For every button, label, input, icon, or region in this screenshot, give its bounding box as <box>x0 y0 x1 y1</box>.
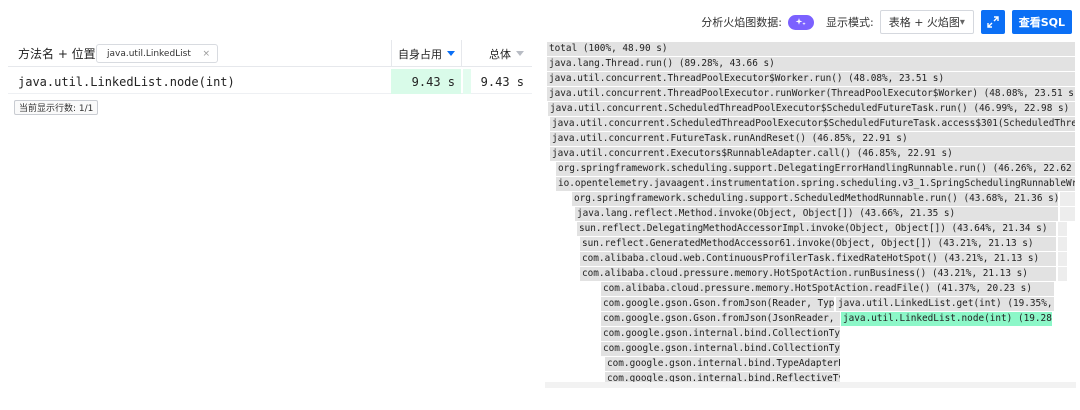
flame-frame-tail[interactable] <box>1060 207 1076 221</box>
flame-frame[interactable]: com.alibaba.cloud.pressure.memory.HotSpo… <box>580 267 1057 281</box>
flame-frame[interactable]: sun.reflect.GeneratedMethodAccessor61.in… <box>580 237 1057 251</box>
view-sql-button[interactable]: 查看SQL <box>1011 10 1072 34</box>
table-header: 方法名 + 位置 ▼ java.util.LinkedList × 自身占用 总… <box>8 40 532 67</box>
total-time-column-label: 总体 <box>489 47 511 61</box>
flame-frame[interactable]: java.lang.reflect.Method.invoke(Object, … <box>575 207 1059 221</box>
self-time-column-label: 自身占用 <box>398 47 442 61</box>
flame-frame-tail[interactable] <box>1058 252 1068 266</box>
display-mode-select[interactable]: 表格 + 火焰图 ▾ <box>879 10 974 34</box>
flame-frame[interactable]: com.google.gson.Gson.fromJson(JsonReader… <box>601 312 841 326</box>
method-column-label: 方法名 + 位置 <box>18 47 96 61</box>
flame-frame[interactable]: java.util.concurrent.Executors$RunnableA… <box>550 147 1076 161</box>
flame-frame-tail[interactable] <box>1058 237 1068 251</box>
method-column-header[interactable]: 方法名 + 位置 ▼ <box>18 40 108 67</box>
table-row[interactable]: java.util.LinkedList.node(int) 9.43 s 9.… <box>8 69 532 94</box>
flame-frame[interactable]: com.google.gson.internal.bind.Reflective… <box>605 372 841 382</box>
flame-frame[interactable]: com.alibaba.cloud.pressure.memory.HotSpo… <box>601 282 1055 296</box>
flame-frame-tail[interactable] <box>1058 222 1068 236</box>
flame-frame[interactable]: sun.reflect.DelegatingMethodAccessorImpl… <box>577 222 1057 236</box>
chevron-down-icon: ▾ <box>959 16 965 28</box>
flame-frame[interactable]: com.google.gson.internal.bind.Collection… <box>601 327 841 341</box>
close-icon[interactable]: × <box>202 49 210 59</box>
toolbar: 分析火焰图数据: 显示模式: 表格 + 火焰图 ▾ 查看SQL <box>701 10 1072 34</box>
flame-graph[interactable]: total (100%, 48.90 s) java.lang.Thread.r… <box>545 40 1076 382</box>
sort-desc-icon <box>447 51 455 56</box>
flame-frame[interactable]: java.util.LinkedList.get(int) (19.35%, 9… <box>836 297 1055 311</box>
total-time-cell: 9.43 s <box>463 69 532 94</box>
expand-button[interactable] <box>980 10 1005 34</box>
analyze-flamegraph-toggle[interactable] <box>787 14 814 30</box>
method-filter-value: java.util.LinkedList <box>107 48 191 59</box>
flame-frame-tail[interactable] <box>1060 192 1076 206</box>
method-cell: java.util.LinkedList.node(int) <box>18 74 235 89</box>
flame-frame[interactable]: java.lang.Thread.run() (89.28%, 43.66 s) <box>547 57 1076 71</box>
analyze-flamegraph-label: 分析火焰图数据: <box>701 16 782 29</box>
flame-frame[interactable]: java.util.concurrent.FutureTask.runAndRe… <box>550 132 1076 146</box>
self-time-column-header[interactable]: 自身占用 <box>391 40 461 67</box>
self-time-cell: 9.43 s <box>391 69 461 94</box>
flame-frame[interactable]: total (100%, 48.90 s) <box>547 42 1076 56</box>
flame-frame[interactable]: com.google.gson.Gson.fromJson(Reader, Ty… <box>601 297 835 311</box>
flame-frame[interactable]: com.google.gson.internal.bind.Collection… <box>601 342 841 356</box>
flame-frame[interactable]: java.util.concurrent.ScheduledThreadPool… <box>548 102 1076 116</box>
sparkle-icon <box>795 18 806 26</box>
flame-frame[interactable]: org.springframework.scheduling.support.D… <box>556 162 1076 176</box>
flame-frame[interactable]: com.google.gson.internal.bind.TypeAdapte… <box>605 357 841 371</box>
display-mode-value: 表格 + 火焰图 <box>888 16 960 29</box>
flame-frame[interactable]: org.springframework.scheduling.support.S… <box>572 192 1059 206</box>
flame-frame[interactable]: java.util.concurrent.ThreadPoolExecutor.… <box>547 87 1076 101</box>
total-time-column-header[interactable]: 总体 <box>461 40 532 67</box>
flame-frame[interactable]: com.alibaba.cloud.web.ContinuousProfiler… <box>580 252 1057 266</box>
flame-frame-highlighted[interactable]: java.util.LinkedList.node(int) (19.28%, … <box>841 312 1053 326</box>
display-mode-label: 显示模式: <box>825 16 874 29</box>
method-filter-tag[interactable]: java.util.LinkedList × <box>96 44 218 63</box>
flame-frame[interactable]: java.util.concurrent.ScheduledThreadPool… <box>550 117 1076 131</box>
sort-icon <box>516 51 524 56</box>
flame-horizontal-scrollbar[interactable] <box>545 382 1076 388</box>
method-table: 方法名 + 位置 ▼ java.util.LinkedList × 自身占用 总… <box>8 40 532 115</box>
flame-frame-tail[interactable] <box>1058 267 1068 281</box>
flame-frame[interactable]: io.opentelemetry.javaagent.instrumentati… <box>556 177 1076 191</box>
expand-icon <box>987 16 999 28</box>
row-count-badge: 当前显示行数: 1/1 <box>14 100 99 115</box>
flame-frame[interactable]: java.util.concurrent.ThreadPoolExecutor$… <box>547 72 1076 86</box>
